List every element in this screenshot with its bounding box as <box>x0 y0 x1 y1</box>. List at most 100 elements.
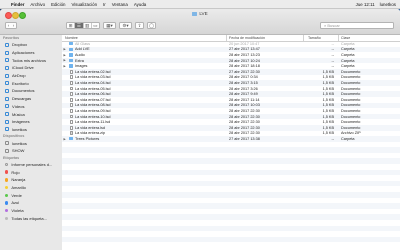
arrange-button[interactable]: ▦▾ <box>103 22 116 29</box>
share-button[interactable]: ⇪ <box>135 22 144 29</box>
sidebar-item-movies[interactable]: Vídeos <box>0 103 62 111</box>
file-name: La vida entera-09.lsd <box>75 108 111 113</box>
file-name: La vida entera-02.lsd <box>75 69 111 74</box>
forward-button[interactable]: › <box>11 23 16 28</box>
icon-view-button[interactable]: ⊞ <box>67 23 76 28</box>
sidebar-item-label: Amarillo <box>11 185 26 191</box>
column-view-button[interactable]: ▥ <box>84 23 92 28</box>
file-size: 1,5 KB <box>322 92 334 97</box>
movies-icon <box>5 104 9 109</box>
file-date: 28 abr 2017 10:24 <box>229 58 260 63</box>
tag-purple-icon <box>5 208 9 213</box>
sidebar-item-label: lunetkos <box>12 140 27 146</box>
document-icon <box>69 103 73 108</box>
folder-icon <box>69 64 73 68</box>
sidebar-item-documents[interactable]: Documentos <box>0 87 62 95</box>
sidebar-item-computer[interactable]: lunetkos <box>0 139 62 147</box>
sidebar-item-tag-red[interactable]: Rojo <box>0 168 62 176</box>
column-header-date[interactable]: Fecha de modificación <box>229 36 265 40</box>
file-name: La vida entera.lsd <box>75 125 105 130</box>
menu-edicion[interactable]: Edición <box>51 2 65 7</box>
sidebar-item-home[interactable]: lunetkos <box>0 126 62 134</box>
menu-ir[interactable]: Ir <box>103 2 106 7</box>
column-header-size[interactable]: Tamaño <box>308 36 321 40</box>
file-rows: All Glass 20 jun 2017 10:47 -- Carpeta ▶ Add … <box>62 41 400 248</box>
file-date: 28 abr 2017 10:03 <box>229 103 260 108</box>
menu-archivo[interactable]: Archivo <box>30 2 45 7</box>
sidebar-item-applications[interactable]: Aplicaciones <box>0 49 62 57</box>
sidebar-item-show-disk[interactable]: SHOW <box>0 147 62 155</box>
sidebar-item-label: Aplicaciones <box>12 50 35 56</box>
column-header-name[interactable]: Nombre <box>65 36 78 40</box>
sidebar-item-tag-orange[interactable]: Naranja <box>0 176 62 184</box>
disclosure-triangle-icon[interactable]: ▶ <box>64 53 66 57</box>
file-kind: Carpeta <box>341 47 355 52</box>
file-kind: Documento <box>341 120 361 125</box>
clock[interactable]: Jue 12:11 <box>356 2 375 7</box>
file-kind: Documento <box>341 97 361 102</box>
file-kind: Documento <box>341 103 361 108</box>
downloads-icon <box>5 96 9 101</box>
file-name: La vida entera-07.lsd <box>75 97 111 102</box>
sidebar-item-dropbox[interactable]: Dropbox <box>0 41 62 49</box>
file-name: Add LVE <box>75 47 90 52</box>
file-kind: Documento <box>341 114 361 119</box>
tags-button[interactable]: ◯ <box>147 22 156 29</box>
sidebar-item-airdrop[interactable]: AirDrop <box>0 72 62 80</box>
sidebar-item-label: lunetkos <box>12 126 27 132</box>
disclosure-triangle-icon[interactable]: ▶ <box>64 137 66 141</box>
sidebar-item-label: Imágenes <box>12 119 30 125</box>
sidebar-item-tag-blue[interactable]: Azul <box>0 199 62 207</box>
disclosure-triangle-icon[interactable]: ▶ <box>64 47 66 51</box>
sidebar-item-tag-informe[interactable]: Informe personales d... <box>0 161 62 169</box>
folder-icon <box>69 137 73 141</box>
user-menu[interactable]: lunetkos <box>380 2 396 7</box>
file-kind: Carpeta <box>341 136 355 141</box>
file-date: 28 abr 2017 22:30 <box>229 125 260 130</box>
menu-ayuda[interactable]: Ayuda <box>134 2 146 7</box>
search-placeholder: Buscar <box>327 23 340 28</box>
sidebar-item-music[interactable]: Música <box>0 110 62 118</box>
menu-ventana[interactable]: Ventana <box>112 2 128 7</box>
sidebar-item-desktop[interactable]: Escritorio <box>0 79 62 87</box>
document-icon <box>69 114 73 119</box>
search-input[interactable]: ⌕ Buscar <box>320 22 394 29</box>
action-button[interactable]: ⚙▾ <box>119 22 132 29</box>
file-size: 1,5 KB <box>322 120 334 125</box>
menu-finder[interactable]: Finder <box>11 2 24 7</box>
home-icon <box>5 127 9 132</box>
sidebar-item-all-files[interactable]: Todos mis archivos <box>0 56 62 64</box>
file-name: La vida entera-08.lsd <box>75 103 111 108</box>
sidebar-item-downloads[interactable]: Descargas <box>0 95 62 103</box>
folder-icon <box>69 53 73 57</box>
column-header-kind[interactable]: Clase <box>341 36 350 40</box>
file-date: 28 abr 2017 18:18 <box>229 64 260 69</box>
file-size: 1,5 KB <box>322 75 334 80</box>
file-size: -- <box>331 136 334 141</box>
file-size: 1,5 KB <box>322 114 334 119</box>
sidebar-item-all-tags[interactable]: Todas las etiqueta... <box>0 214 62 222</box>
sidebar-item-tag-green[interactable]: Verde <box>0 191 62 199</box>
file-name: La vida entera.zip <box>75 131 105 136</box>
file-name: Audio <box>75 52 85 57</box>
disclosure-triangle-icon[interactable]: ▶ <box>64 58 66 62</box>
file-date: 28 abr 2017 3:26 <box>229 86 258 91</box>
file-name: La vida entera-05.lsd <box>75 86 111 91</box>
file-kind: Documento <box>341 69 361 74</box>
sidebar-item-icloud[interactable]: iCloud Drive <box>0 64 62 72</box>
back-forward-control: ‹ › <box>5 22 17 29</box>
dropbox-icon <box>5 42 9 47</box>
file-name: La vida entera-11.lsd <box>75 120 111 125</box>
file-size: 1,5 KB <box>322 86 334 91</box>
coverflow-view-button[interactable]: ▭ <box>92 23 99 28</box>
sidebar-item-pictures[interactable]: Imágenes <box>0 118 62 126</box>
sidebar-item-tag-yellow[interactable]: Amarillo <box>0 184 62 192</box>
document-icon <box>69 92 73 97</box>
list-view-button[interactable]: ☰ <box>75 23 84 28</box>
sidebar-item-tag-purple[interactable]: Violeta <box>0 207 62 215</box>
file-size: 1,5 KB <box>322 69 334 74</box>
disclosure-triangle-icon[interactable]: ▶ <box>64 64 66 68</box>
finder-window: LVE ‹ › ⊞ ☰ ▥ ▭ ▦▾ ⚙▾ ⇪ ◯ ⌕ Buscar Favor… <box>0 9 400 250</box>
file-size: 1,5 KB <box>322 80 334 85</box>
menu-visualizacion[interactable]: Visualización <box>71 2 97 7</box>
